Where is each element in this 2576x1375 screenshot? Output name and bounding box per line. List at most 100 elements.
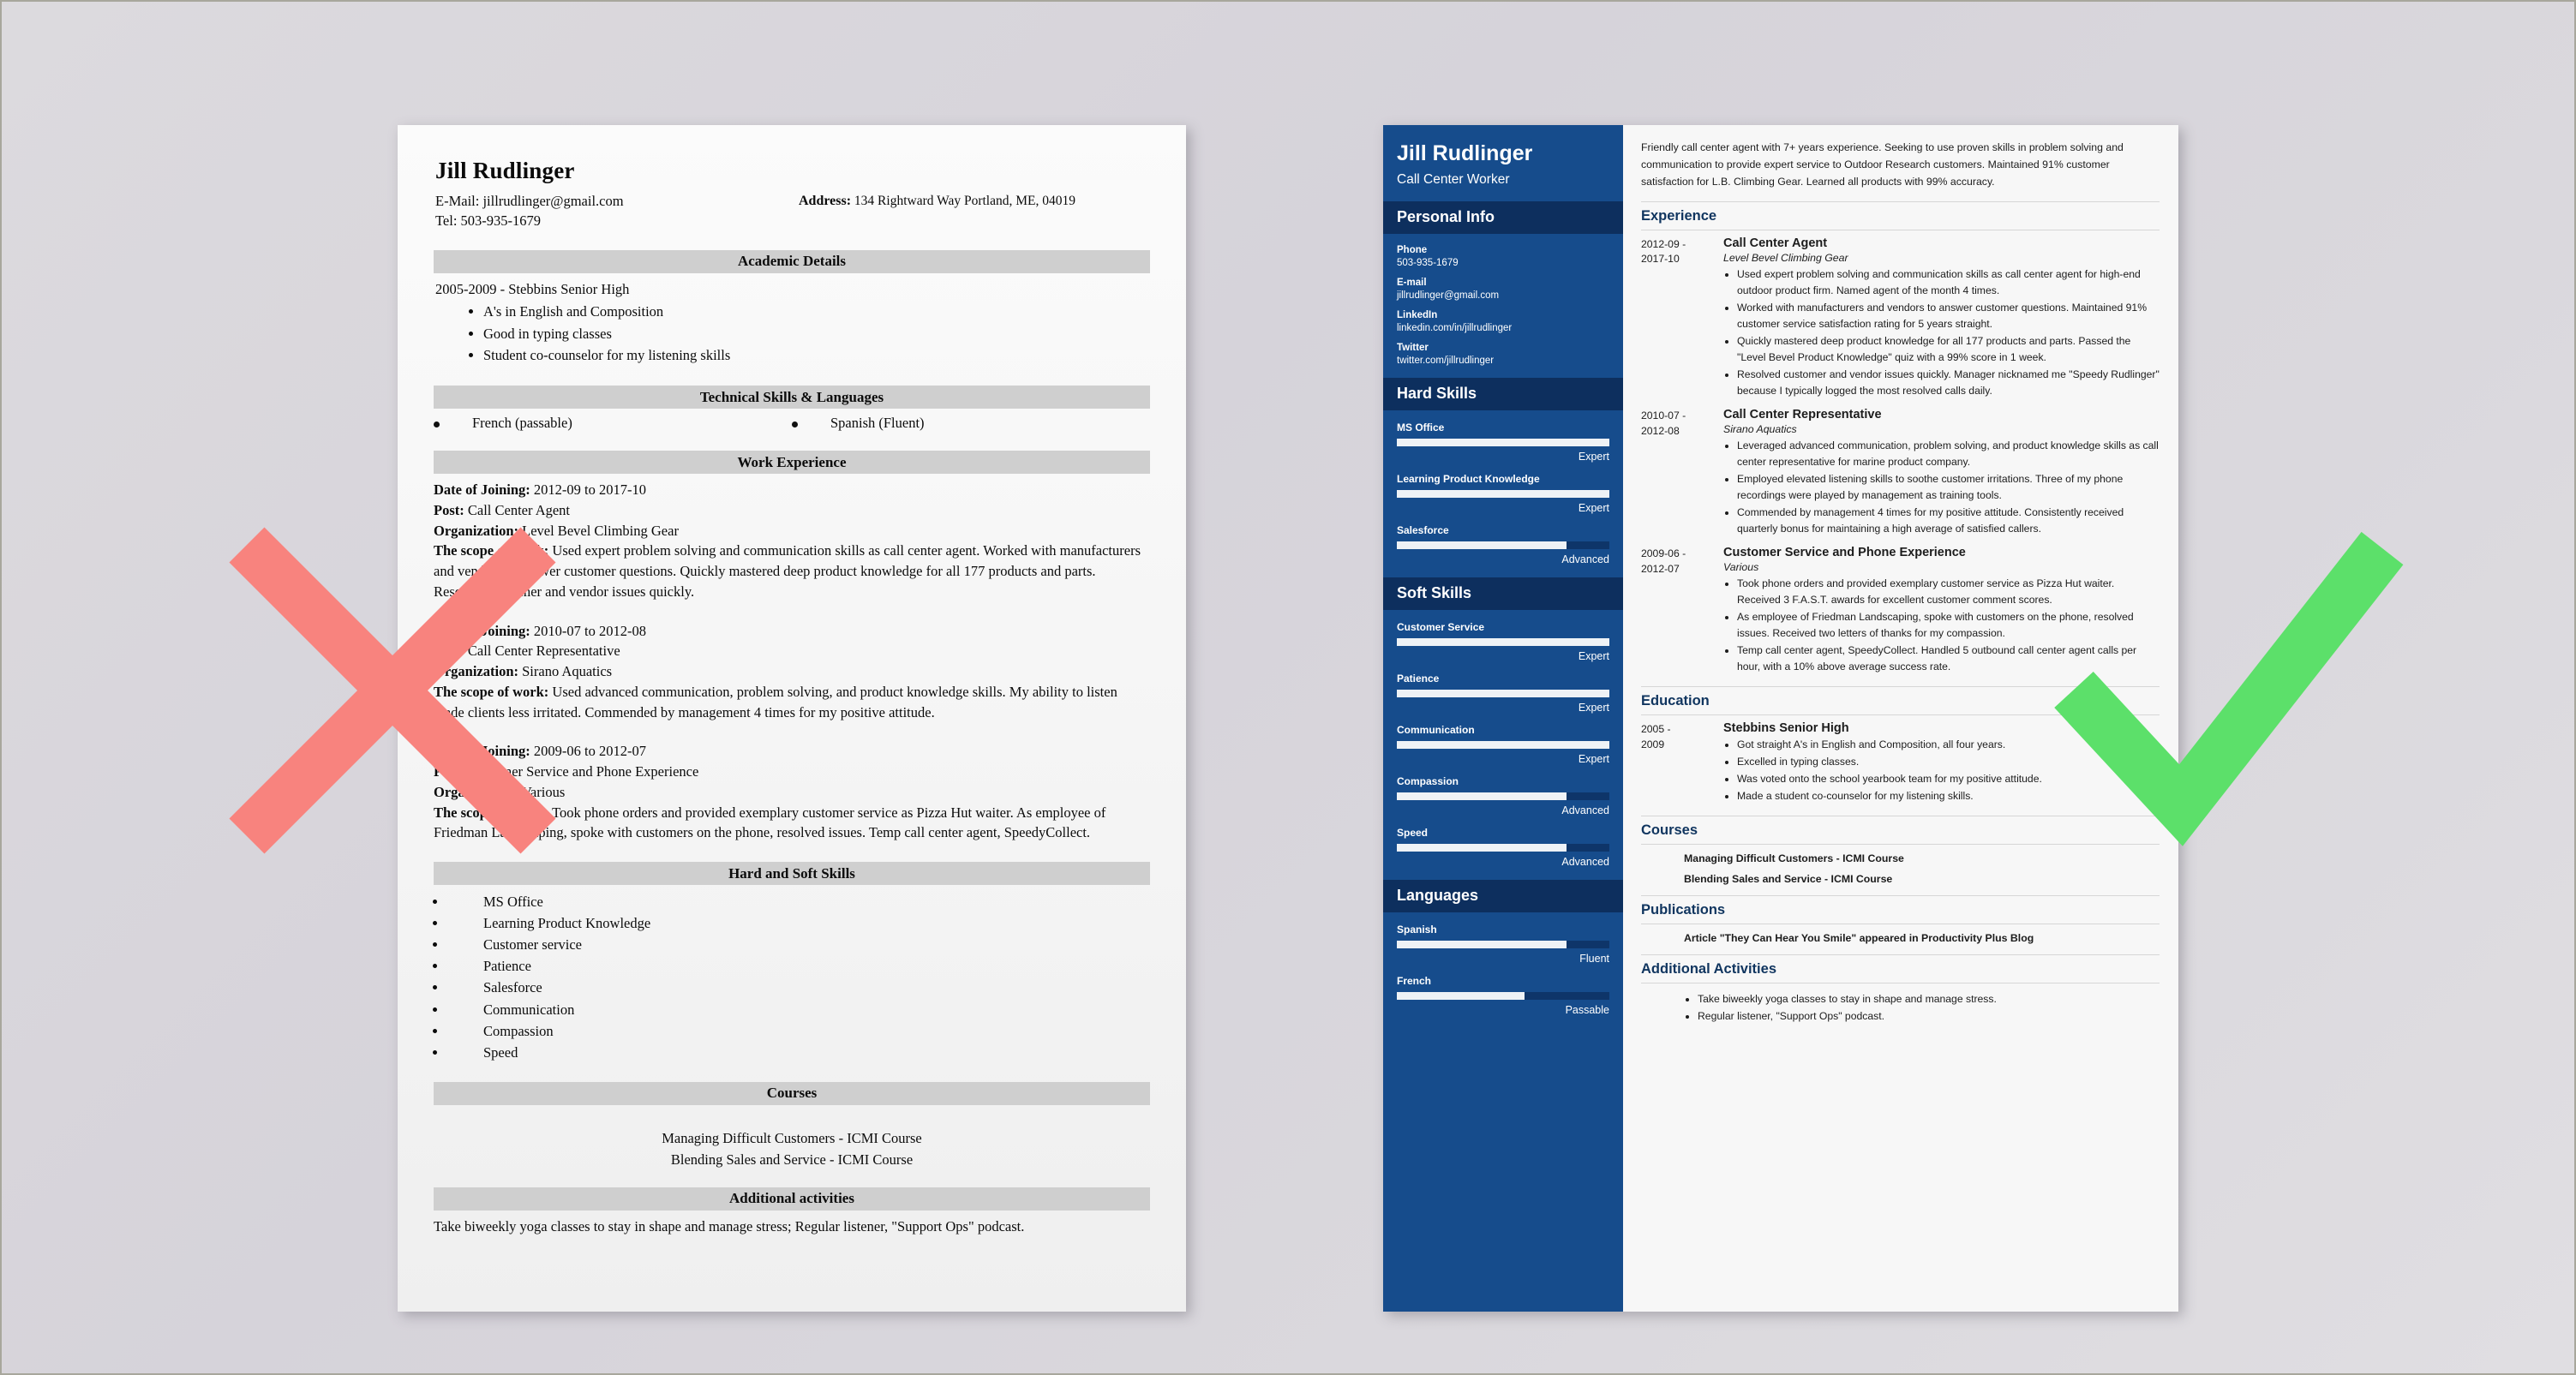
soft-skill-bar-fill: [1397, 843, 1567, 852]
soft-skill-name: Compassion: [1397, 774, 1459, 787]
hard-skill-name: MS Office: [1397, 421, 1445, 433]
bad-skill-text: Patience: [483, 958, 531, 975]
education-heading: Education: [1641, 693, 1710, 709]
soft-skill-name: Speed: [1397, 826, 1429, 839]
bad-additional-text: Take biweekly yoga classes to stay in sh…: [434, 1217, 1025, 1235]
bad-skill-text: Customer service: [483, 936, 583, 954]
sidebar-section-soft-skills: Soft Skills: [1383, 577, 1623, 610]
hard-skill-bar-fill: [1397, 489, 1609, 498]
hard-skill-level: Advanced: [1561, 553, 1609, 565]
additional-activities-list: Take biweekly yoga classes to stay in sh…: [1641, 991, 2160, 1025]
bad-address-value: 134 Rightward Way Portland, ME, 04019: [854, 194, 1075, 208]
bad-skill-item: Customer service: [447, 934, 1150, 955]
canvas-border: [0, 0, 2576, 1375]
bad-course-item: Blending Sales and Service - ICMI Course: [670, 1151, 914, 1168]
bad-skill-text: Salesforce: [483, 979, 542, 996]
experience-entry: 2010-07 - 2012-08 Call Center Representati…: [1641, 408, 2160, 538]
bad-technical-left: French (passable): [434, 415, 792, 432]
bad-job-list: Date of Joining: 2012-09 to 2017-10 Post:…: [434, 480, 1150, 843]
education-bullet: Was voted onto the school yearbook team …: [1737, 771, 2160, 787]
bad-contact-block: E-Mail: jillrudlinger@gmail.com Tel: 503…: [435, 192, 1150, 231]
soft-skill-bar-track: [1397, 792, 1609, 800]
experience-bullet: Used expert problem solving and communic…: [1737, 266, 2160, 299]
language-name: Spanish: [1397, 923, 1437, 936]
bad-section-technical: Technical Skills & Languages: [434, 386, 1150, 410]
bad-job-scope: The scope of work: Used expert problem s…: [434, 542, 1141, 600]
experience-bullet: As employee of Friedman Landscaping, spo…: [1737, 609, 2160, 642]
experience-bullet: Resolved customer and vendor issues quic…: [1737, 367, 2160, 399]
soft-skill-item: Communication Expert: [1397, 724, 1609, 765]
good-section-experience: Experience 2012-09 - 2017-10 Call Center A…: [1641, 200, 2160, 677]
bad-academic-bullet: A's in English and Composition: [483, 301, 1150, 323]
bad-resume-page: Jill Rudlinger E-Mail: jillrudlinger@gma…: [398, 125, 1186, 1312]
hard-skill-bar-track: [1397, 489, 1609, 498]
experience-body: Call Center Representative Sirano Aquatic…: [1723, 408, 2160, 538]
soft-skill-name: Patience: [1397, 672, 1440, 685]
soft-skill-name: Customer Service: [1397, 620, 1485, 633]
soft-skill-level: Expert: [1578, 752, 1609, 765]
experience-date-line: 2012-08: [1641, 424, 1680, 437]
good-section-education: Education 2005 - 2009 Stebbins Senior High…: [1641, 686, 2160, 805]
education-bullet: Excelled in typing classes.: [1737, 754, 2160, 770]
bad-job-gap: [434, 722, 1150, 738]
experience-entries: 2012-09 - 2017-10 Call Center Agent Level B…: [1641, 236, 2160, 677]
experience-date: 2012-09 - 2017-10: [1641, 236, 1723, 400]
soft-skill-level: Expert: [1578, 649, 1609, 662]
good-resume-page: Jill Rudlinger Call Center Worker Person…: [1383, 125, 2178, 1312]
good-candidate-role: Call Center Worker: [1397, 171, 1510, 187]
personal-info-value: jillrudlinger@gmail.com: [1397, 290, 1500, 301]
sidebar-section-hard-skills: Hard Skills: [1383, 377, 1623, 410]
experience-bullet: Temp call center agent, SpeedyCollect. H…: [1737, 643, 2160, 675]
education-date-line: 2005 -: [1641, 723, 1671, 736]
experience-date: 2009-06 - 2012-07: [1641, 546, 1723, 676]
soft-skills-list: Customer Service Expert Patience Expert Comm…: [1383, 610, 1623, 880]
language-item: French Passable: [1397, 975, 1609, 1016]
soft-skill-item: Speed Advanced: [1397, 827, 1609, 868]
good-section-additional: Additional Activities Take biweekly yoga…: [1641, 954, 2160, 1025]
bad-skill-item: Patience: [447, 955, 1150, 977]
hard-skill-bar-fill: [1397, 541, 1567, 549]
courses-entries: Managing Difficult Customers - ICMI Cour…: [1641, 852, 2160, 885]
bad-skill-text: Speed: [483, 1043, 518, 1061]
experience-title: Call Center Representative: [1723, 407, 1882, 421]
bad-skill-item: MS Office: [447, 891, 1150, 912]
bad-skill-item: Learning Product Knowledge: [447, 912, 1150, 934]
personal-info-label: LinkedIn: [1397, 309, 1438, 320]
soft-skill-bar-fill: [1397, 637, 1609, 646]
personal-info-label: Phone: [1397, 244, 1428, 255]
experience-org: Sirano Aquatics: [1723, 422, 1797, 435]
good-candidate-name: Jill Rudlinger: [1397, 141, 1533, 165]
personal-info-list: Phone 503-935-1679 E-mail jillrudlinger@gma…: [1383, 234, 1623, 378]
education-entries: 2005 - 2009 Stebbins Senior HighGot straig…: [1641, 721, 2160, 805]
bad-skill-item: Compassion: [447, 1020, 1150, 1042]
experience-date: 2010-07 - 2012-08: [1641, 408, 1723, 538]
personal-info-value: 503-935-1679: [1397, 257, 1459, 268]
language-name: French: [1397, 974, 1432, 987]
bad-course-list: Managing Difficult Customers - ICMI Cour…: [434, 1127, 1150, 1170]
experience-bullet: Took phone orders and provided exemplary…: [1737, 576, 2160, 608]
bad-school-line: 2005-2009 - Stebbins Senior High: [435, 279, 1150, 299]
bad-job-org: Organization: Level Bevel Climbing Gear: [434, 522, 679, 539]
soft-skill-name: Communication: [1397, 723, 1475, 736]
hard-skill-bar-track: [1397, 541, 1609, 549]
experience-bullet: Quickly mastered deep product knowledge …: [1737, 333, 2160, 366]
experience-date-line: 2012-07: [1641, 562, 1680, 575]
bad-section-additional: Additional activities: [434, 1187, 1150, 1211]
education-date: 2005 - 2009: [1641, 721, 1723, 805]
bad-section-work: Work Experience: [434, 451, 1150, 475]
hard-skill-item: Salesforce Advanced: [1397, 524, 1609, 565]
soft-skill-bar-fill: [1397, 792, 1567, 800]
additional-activity-item: Regular listener, "Support Ops" podcast.: [1698, 1008, 2160, 1025]
additional-activity-item: Take biweekly yoga classes to stay in sh…: [1698, 991, 2160, 1008]
personal-info-value: linkedin.com/in/jillrudlinger: [1397, 322, 1513, 333]
sidebar-section-personal-info: Personal Info: [1383, 200, 1623, 234]
course-item: Blending Sales and Service - ICMI Course: [1684, 873, 1893, 886]
publications-heading: Publications: [1641, 902, 1726, 918]
experience-body: Customer Service and Phone Experience Var…: [1723, 546, 2160, 676]
experience-bullet-list: Leveraged advanced communication, proble…: [1723, 438, 2160, 537]
bad-job-org: Organization: Sirano Aquatics: [434, 663, 613, 680]
soft-skill-bar-track: [1397, 689, 1609, 697]
education-bullet-list: Got straight A's in English and Composit…: [1723, 737, 2160, 804]
bad-skill-item: Communication: [447, 999, 1150, 1020]
publication-item: Article "They Can Hear You Smile" appear…: [1684, 932, 2034, 945]
